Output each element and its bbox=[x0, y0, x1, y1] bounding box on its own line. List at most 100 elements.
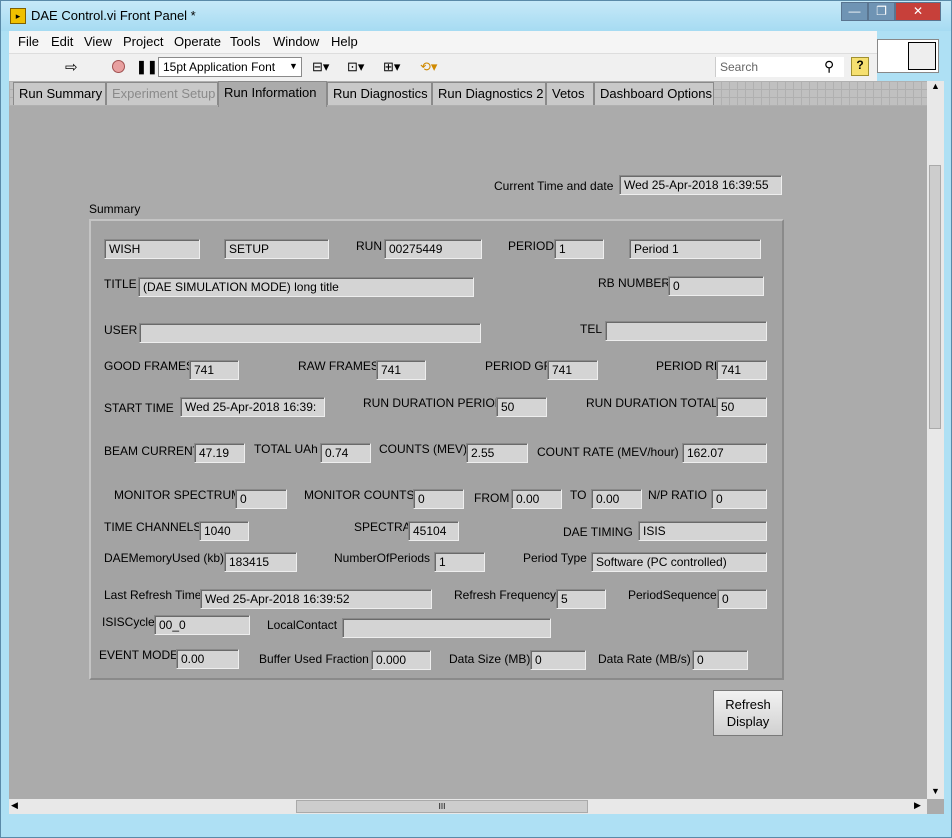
vertical-scroll-thumb[interactable] bbox=[929, 165, 941, 429]
font-dropdown[interactable]: 15pt Application Font ▼ bbox=[158, 57, 302, 77]
tab-strip: Run Summary Experiment Setup Run Informa… bbox=[9, 81, 927, 107]
period-type-field: Software (PC controlled) bbox=[591, 552, 767, 572]
menu-file[interactable]: File bbox=[18, 34, 39, 49]
tab-experiment-setup[interactable]: Experiment Setup bbox=[106, 82, 218, 105]
tab-vetos[interactable]: Vetos bbox=[546, 82, 594, 105]
menu-edit[interactable]: Edit bbox=[51, 34, 73, 49]
reorder-icon[interactable]: ⟲▾ bbox=[420, 59, 437, 75]
refresh-display-button[interactable]: Refresh Display bbox=[713, 690, 783, 736]
start-time-label: START TIME bbox=[104, 401, 174, 415]
local-contact-label: LocalContact bbox=[267, 618, 338, 632]
buffer-used-label: Buffer Used Fraction bbox=[259, 652, 369, 666]
scroll-left-icon[interactable]: ◀ bbox=[11, 800, 18, 811]
scroll-down-icon[interactable]: ▼ bbox=[931, 786, 940, 796]
event-mode-field: 0.00 bbox=[176, 649, 239, 669]
resize-objects-icon[interactable]: ⊞▾ bbox=[383, 59, 400, 75]
spectra-label: SPECTRA bbox=[354, 520, 411, 534]
menu-window[interactable]: Window bbox=[273, 34, 319, 49]
period-sequence-label: PeriodSequence bbox=[628, 588, 717, 602]
labview-app-icon: ▸ bbox=[10, 8, 26, 24]
monitor-counts-label: MONITOR COUNTS bbox=[304, 488, 415, 502]
run-state-field: SETUP bbox=[224, 239, 329, 259]
close-button[interactable]: ✕ bbox=[895, 2, 941, 21]
search-box[interactable]: Search ⚲ bbox=[715, 57, 844, 77]
menu-operate[interactable]: Operate bbox=[174, 34, 221, 49]
event-mode-label: EVENT MODE bbox=[99, 648, 179, 662]
user-field bbox=[139, 323, 481, 343]
run-duration-total-field: 50 bbox=[716, 397, 767, 417]
period-rf-label: PERIOD RF bbox=[656, 359, 722, 373]
rb-number-field: 0 bbox=[668, 276, 764, 296]
title-bar[interactable]: ▸ DAE Control.vi Front Panel * — ❐ ✕ bbox=[1, 1, 951, 31]
np-ratio-label: N/P RATIO bbox=[648, 488, 707, 502]
window-title: DAE Control.vi Front Panel * bbox=[31, 8, 196, 23]
dae-timing-field: ISIS bbox=[638, 521, 767, 541]
menu-bar: File Edit View Project Operate Tools Win… bbox=[9, 31, 877, 53]
tab-dashboard-options[interactable]: Dashboard Options bbox=[594, 82, 714, 105]
data-rate-label: Data Rate (MB/s) bbox=[598, 652, 691, 666]
horizontal-scrollbar[interactable]: ◀ III ▶ bbox=[9, 799, 927, 814]
tab-run-diagnostics[interactable]: Run Diagnostics bbox=[327, 82, 432, 105]
period-type-label: Period Type bbox=[523, 551, 587, 565]
menu-tools[interactable]: Tools bbox=[230, 34, 260, 49]
np-ratio-field: 0 bbox=[711, 489, 767, 509]
run-number-field: 00275449 bbox=[384, 239, 482, 259]
abort-icon[interactable] bbox=[112, 60, 125, 73]
menu-project[interactable]: Project bbox=[123, 34, 163, 49]
num-periods-label: NumberOfPeriods bbox=[334, 551, 431, 565]
menu-help[interactable]: Help bbox=[331, 34, 358, 49]
scroll-up-icon[interactable]: ▲ bbox=[931, 81, 940, 91]
tab-run-summary[interactable]: Run Summary bbox=[13, 82, 106, 105]
counts-field: 2.55 bbox=[466, 443, 528, 463]
connector-pane-icon bbox=[908, 42, 936, 70]
font-dropdown-value: 15pt Application Font bbox=[163, 60, 276, 74]
beam-current-label: BEAM CURRENT bbox=[104, 444, 201, 458]
current-time-field: Wed 25-Apr-2018 16:39:55 bbox=[619, 175, 782, 195]
refresh-frequency-label: Refresh Frequency bbox=[454, 588, 557, 602]
raw-frames-label: RAW FRAMES bbox=[298, 359, 379, 373]
tel-field bbox=[605, 321, 767, 341]
maximize-button[interactable]: ❐ bbox=[868, 2, 895, 21]
dae-memory-label: DAEMemoryUsed (kb) bbox=[104, 551, 225, 565]
chevron-down-icon: ▼ bbox=[289, 61, 298, 71]
count-rate-field: 162.07 bbox=[682, 443, 767, 463]
from-field: 0.00 bbox=[511, 489, 562, 509]
dae-timing-label: DAE TIMING bbox=[563, 525, 633, 539]
search-icon[interactable]: ⚲ bbox=[824, 58, 834, 75]
monitor-counts-field: 0 bbox=[413, 489, 464, 509]
num-periods-field: 1 bbox=[434, 552, 485, 572]
run-title-field: (DAE SIMULATION MODE) long title bbox=[138, 277, 474, 297]
run-arrow-icon[interactable]: ⇨ bbox=[65, 58, 78, 76]
vi-icon bbox=[877, 39, 939, 73]
title-label: TITLE bbox=[104, 277, 137, 291]
tab-run-diagnostics-2[interactable]: Run Diagnostics 2 bbox=[432, 82, 546, 105]
scroll-right-icon[interactable]: ▶ bbox=[914, 800, 921, 811]
tab-run-information[interactable]: Run Information bbox=[218, 81, 327, 107]
align-objects-icon[interactable]: ⊟▾ bbox=[312, 59, 329, 75]
total-uah-label: TOTAL UAh bbox=[254, 442, 318, 456]
good-frames-label: GOOD FRAMES bbox=[104, 359, 195, 373]
dae-memory-field: 183415 bbox=[224, 552, 297, 572]
counts-label: COUNTS (MEV) bbox=[379, 442, 467, 456]
summary-title: Summary bbox=[89, 202, 141, 216]
data-size-label: Data Size (MB) bbox=[449, 652, 531, 666]
from-label: FROM bbox=[474, 491, 510, 505]
run-label: RUN bbox=[356, 239, 382, 253]
context-help-icon[interactable]: ? bbox=[851, 57, 869, 76]
to-field: 0.00 bbox=[591, 489, 642, 509]
front-panel: Run Summary Experiment Setup Run Informa… bbox=[9, 81, 944, 814]
period-gf-field: 741 bbox=[547, 360, 598, 380]
isis-cycle-label: ISISCycle bbox=[102, 615, 155, 629]
minimize-button[interactable]: — bbox=[841, 2, 868, 21]
menu-view[interactable]: View bbox=[84, 34, 112, 49]
data-size-field: 0 bbox=[530, 650, 586, 670]
current-time-label: Current Time and date bbox=[494, 179, 614, 193]
monitor-spectrum-label: MONITOR SPECTRUM bbox=[114, 488, 242, 502]
vertical-scrollbar[interactable]: ▲ ▼ bbox=[927, 81, 944, 799]
horizontal-scroll-thumb[interactable]: III bbox=[296, 800, 588, 813]
search-placeholder: Search bbox=[720, 60, 759, 74]
distribute-objects-icon[interactable]: ⊡▾ bbox=[347, 59, 364, 75]
start-time-field: Wed 25-Apr-2018 16:39: bbox=[180, 397, 325, 417]
pause-icon[interactable]: ❚❚ bbox=[136, 59, 158, 75]
isis-cycle-field: 00_0 bbox=[154, 615, 250, 635]
